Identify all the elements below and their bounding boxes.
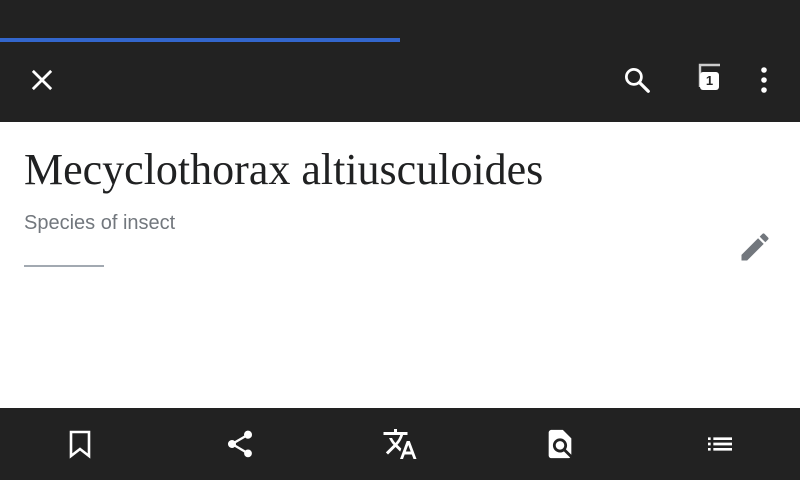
page-description: Species of insect xyxy=(24,212,176,234)
article-content: Mecyclothorax altiusculoides Species of … xyxy=(0,122,800,408)
save-bookmark-button[interactable] xyxy=(0,408,160,480)
tabs-button[interactable]: 1 xyxy=(685,52,733,108)
contents-list-icon xyxy=(704,428,736,460)
close-icon xyxy=(28,66,56,94)
more-vert-icon xyxy=(760,66,768,94)
title-divider xyxy=(24,265,104,267)
table-of-contents-button[interactable] xyxy=(640,408,800,480)
share-button[interactable] xyxy=(160,408,320,480)
bottom-action-bar xyxy=(0,408,800,480)
top-toolbar: 1 xyxy=(0,42,800,122)
tabs-icon: 1 xyxy=(689,60,729,100)
edit-description-button[interactable] xyxy=(730,222,780,272)
search-button[interactable] xyxy=(613,52,661,108)
page-title: Mecyclothorax altiusculoides xyxy=(24,145,544,194)
find-in-page-button[interactable] xyxy=(480,408,640,480)
language-button[interactable] xyxy=(320,408,480,480)
find-in-page-icon xyxy=(543,427,577,461)
overflow-menu-button[interactable] xyxy=(740,52,788,108)
tab-count-badge: 1 xyxy=(700,72,719,90)
status-bar xyxy=(0,0,800,38)
close-button[interactable] xyxy=(18,52,66,108)
translate-icon xyxy=(382,426,418,462)
search-icon xyxy=(622,65,652,95)
bookmark-icon xyxy=(67,429,93,459)
pencil-icon xyxy=(737,229,773,265)
share-icon xyxy=(224,428,256,460)
